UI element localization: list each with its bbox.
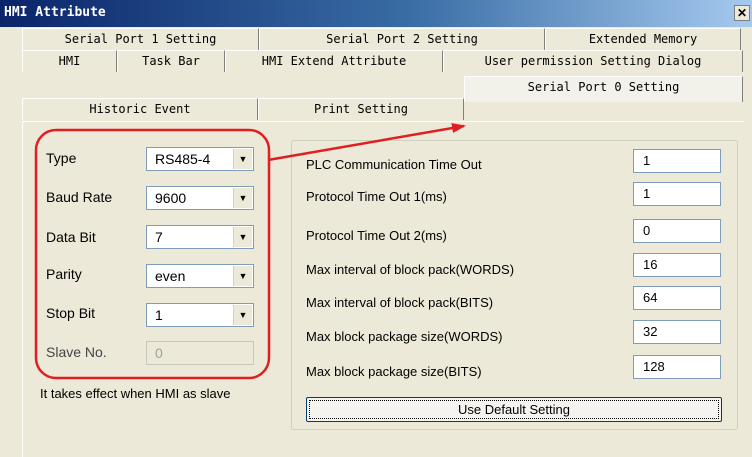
title-bar: HMI Attribute ✕: [0, 0, 752, 27]
param-value: 32: [643, 324, 658, 339]
param-label: Max interval of block pack(WORDS): [306, 262, 515, 277]
chevron-down-icon[interactable]: ▼: [233, 266, 252, 286]
close-icon: ✕: [736, 6, 748, 20]
protocol-timeout-2-input[interactable]: 0: [633, 219, 721, 243]
type-label: Type: [46, 150, 77, 166]
tab-extended-memory[interactable]: Extended Memory: [545, 28, 741, 50]
tab-label: Print Setting: [314, 102, 408, 116]
parity-value: even: [155, 268, 186, 284]
close-button[interactable]: ✕: [734, 5, 750, 21]
tab-label: Serial Port 0 Setting: [527, 80, 680, 94]
param-label: Max block package size(WORDS): [306, 329, 503, 344]
tab-serial-port-1[interactable]: Serial Port 1 Setting: [22, 28, 259, 50]
type-select[interactable]: RS485-4 ▼: [146, 147, 254, 171]
chevron-down-icon[interactable]: ▼: [233, 227, 252, 247]
plc-timeout-input[interactable]: 1: [633, 149, 721, 173]
slave-note: It takes effect when HMI as slave: [40, 386, 231, 401]
type-value: RS485-4: [155, 151, 211, 167]
tab-serial-port-0[interactable]: Serial Port 0 Setting: [464, 76, 743, 102]
data-bit-label: Data Bit: [46, 229, 96, 245]
tab-hmi[interactable]: HMI: [22, 50, 117, 72]
max-block-words-input[interactable]: 32: [633, 320, 721, 344]
param-value: 0: [643, 223, 651, 238]
param-value: 128: [643, 359, 665, 374]
data-bit-select[interactable]: 7 ▼: [146, 225, 254, 249]
protocol-timeout-1-input[interactable]: 1: [633, 182, 721, 206]
max-interval-bits-input[interactable]: 64: [633, 286, 721, 310]
tab-label: HMI: [58, 54, 81, 68]
stop-bit-label: Stop Bit: [46, 305, 96, 321]
baud-rate-label: Baud Rate: [46, 189, 113, 205]
tab-task-bar[interactable]: Task Bar: [117, 50, 225, 72]
tab-label: Serial Port 1 Setting: [64, 32, 217, 46]
baud-rate-value: 9600: [155, 190, 187, 206]
param-value: 64: [643, 290, 658, 305]
tab-label: HMI Extend Attribute: [261, 54, 407, 68]
baud-rate-select[interactable]: 9600 ▼: [146, 186, 254, 210]
param-label: Max interval of block pack(BITS): [306, 295, 494, 310]
tab-hmi-extend-attribute[interactable]: HMI Extend Attribute: [225, 50, 443, 72]
tab-label: Serial Port 2 Setting: [326, 32, 478, 46]
stop-bit-value: 1: [155, 307, 163, 323]
parity-label: Parity: [46, 266, 82, 282]
chevron-down-icon[interactable]: ▼: [233, 149, 252, 169]
tab-label: User permission Setting Dialog: [484, 54, 702, 68]
window-title: HMI Attribute: [4, 5, 106, 20]
param-label: Protocol Time Out 1(ms): [306, 189, 447, 204]
chevron-down-icon[interactable]: ▼: [233, 305, 252, 325]
tab-label: Task Bar: [142, 54, 200, 68]
use-default-setting-button[interactable]: Use Default Setting: [306, 397, 722, 422]
param-label: Protocol Time Out 2(ms): [306, 228, 447, 243]
slave-no-value: 0: [155, 345, 163, 361]
slave-no-input: 0: [146, 341, 254, 365]
param-value: 1: [643, 153, 651, 168]
tab-historic-event[interactable]: Historic Event: [22, 98, 258, 120]
chevron-down-icon[interactable]: ▼: [233, 188, 252, 208]
tab-print-setting[interactable]: Print Setting: [258, 98, 464, 120]
slave-no-label: Slave No.: [46, 344, 107, 360]
tab-label: Extended Memory: [588, 32, 698, 46]
param-label: PLC Communication Time Out: [306, 157, 482, 172]
max-block-bits-input[interactable]: 128: [633, 355, 721, 379]
param-label: Max block package size(BITS): [306, 364, 482, 379]
stop-bit-select[interactable]: 1 ▼: [146, 303, 254, 327]
param-value: 16: [643, 257, 658, 272]
data-bit-value: 7: [155, 229, 163, 245]
max-interval-words-input[interactable]: 16: [633, 253, 721, 277]
parity-select[interactable]: even ▼: [146, 264, 254, 288]
param-value: 1: [643, 186, 651, 201]
tab-serial-port-2[interactable]: Serial Port 2 Setting: [259, 28, 545, 50]
tab-user-permission[interactable]: User permission Setting Dialog: [443, 50, 743, 72]
tab-label: Historic Event: [89, 102, 191, 116]
